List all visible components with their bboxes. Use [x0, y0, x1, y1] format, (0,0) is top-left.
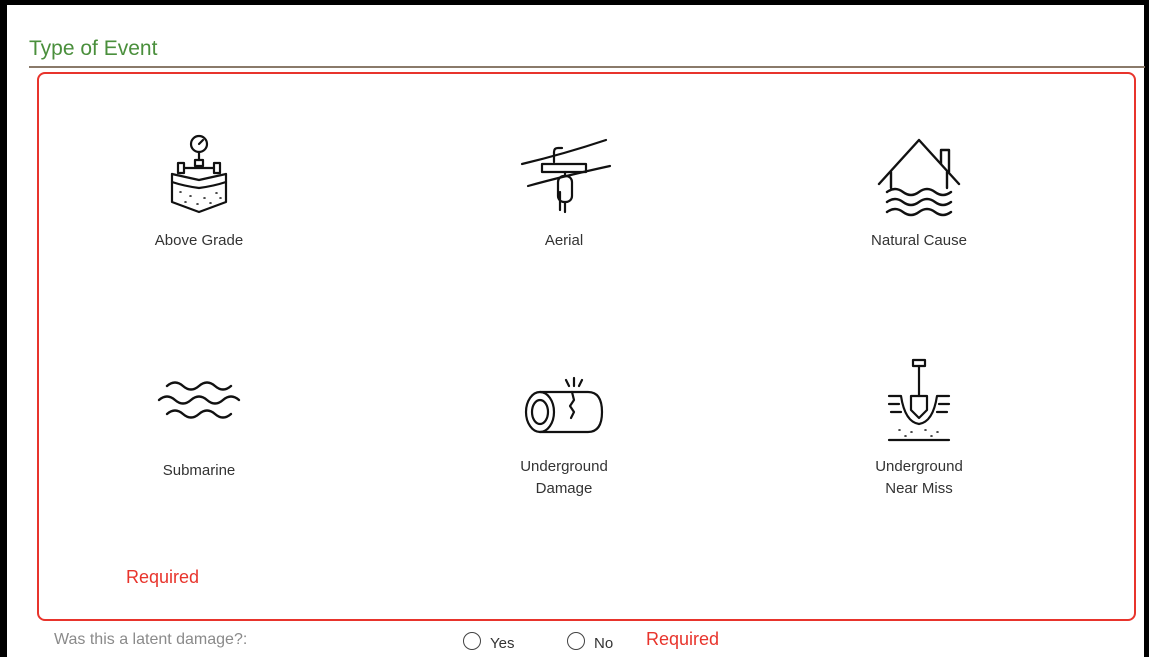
event-option-natural-cause[interactable]: Natural Cause — [824, 130, 1014, 252]
latent-damage-label: Was this a latent damage?: — [54, 631, 248, 648]
event-option-label: Above Grade — [154, 232, 244, 249]
section-title: Type of Event — [29, 37, 158, 60]
event-option-above-grade[interactable]: Above Grade — [104, 130, 294, 252]
submarine-icon — [157, 381, 241, 419]
event-option-label: Natural Cause — [871, 232, 967, 249]
radio-circle-icon — [567, 631, 585, 650]
latent-no-radio[interactable]: No — [567, 629, 613, 652]
latent-yes-label: Yes — [490, 635, 515, 652]
event-option-underground-near-miss[interactable]: Underground Near Miss — [824, 356, 1014, 500]
event-type-required: Required — [126, 567, 200, 587]
radio-circle-icon — [463, 631, 481, 650]
natural-cause-icon — [877, 138, 961, 217]
event-option-label: Underground Damage — [520, 458, 608, 497]
event-option-label: Aerial — [544, 232, 584, 249]
event-option-underground-damage[interactable]: Underground Damage — [469, 356, 659, 500]
latent-damage-row: Was this a latent damage?: Yes No Requir… — [54, 629, 954, 655]
event-type-group: Above Grade Aerial Natural Cause Submari… — [37, 72, 1136, 621]
event-option-aerial[interactable]: Aerial — [469, 130, 659, 252]
aerial-icon — [520, 138, 612, 214]
above-grade-icon — [170, 134, 228, 214]
underground-damage-icon — [524, 376, 604, 434]
underground-near-miss-icon — [887, 358, 951, 442]
event-option-label: Submarine — [162, 462, 236, 479]
form-panel: Type of Event Above Grade Aerial Natural… — [7, 5, 1145, 657]
event-option-label: Underground Near Miss — [875, 458, 963, 497]
latent-yes-radio[interactable]: Yes — [463, 629, 514, 652]
latent-required: Required — [646, 629, 720, 649]
latent-no-label: No — [594, 635, 614, 652]
title-divider — [29, 66, 1145, 68]
event-option-submarine[interactable]: Submarine — [104, 364, 294, 482]
